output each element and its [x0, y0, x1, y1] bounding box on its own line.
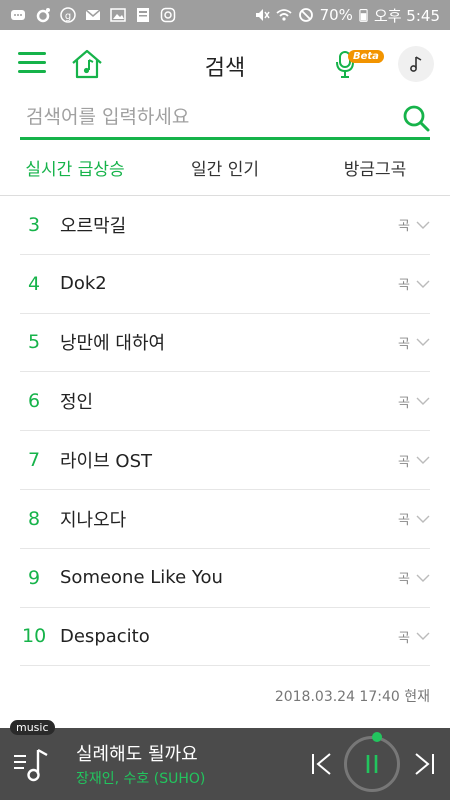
- g-app-icon: g: [60, 7, 76, 23]
- list-item[interactable]: 3 오르막길 곡: [20, 196, 430, 255]
- mini-player[interactable]: music 실례해도 될까요 장재인, 수호 (SUHO): [0, 720, 450, 800]
- type-label: 곡: [398, 630, 410, 646]
- rank-number: 3: [28, 213, 41, 236]
- rank-number: 7: [28, 449, 41, 472]
- search-term: 라이브 OST: [60, 451, 152, 473]
- type-label: 곡: [398, 395, 410, 411]
- chevron-down-icon[interactable]: [416, 396, 430, 406]
- news-icon: [137, 8, 149, 22]
- rank-number: 6: [28, 390, 41, 413]
- voice-search-button[interactable]: Beta: [336, 50, 384, 80]
- now-playing-button[interactable]: [398, 46, 434, 82]
- rank-number: 4: [28, 272, 41, 295]
- progress-indicator: [372, 732, 382, 742]
- chevron-down-icon[interactable]: [416, 514, 430, 524]
- rank-number: 5: [28, 331, 41, 354]
- rank-number: 9: [28, 566, 41, 589]
- list-item[interactable]: 5 낭만에 대하여 곡: [20, 314, 430, 373]
- search-input[interactable]: [20, 98, 380, 136]
- search-term: Someone Like You: [60, 567, 223, 589]
- type-label: 곡: [398, 336, 410, 352]
- music-note-icon: [410, 56, 422, 72]
- next-track-icon[interactable]: [412, 750, 436, 778]
- song-title: 실례해도 될까요: [76, 744, 198, 765]
- search-icon[interactable]: [402, 104, 430, 132]
- list-item[interactable]: 4 Dok2 곡: [20, 255, 430, 314]
- list-item[interactable]: 9 Someone Like You 곡: [20, 549, 430, 608]
- previous-track-icon[interactable]: [310, 750, 334, 778]
- beta-badge: Beta: [348, 50, 384, 63]
- chevron-down-icon[interactable]: [416, 455, 430, 465]
- instagram-icon: [160, 7, 176, 23]
- type-label: 곡: [398, 219, 410, 235]
- search-term: Dok2: [60, 273, 107, 295]
- search-term: 낭만에 대하여: [60, 333, 166, 355]
- ranking-tabs: 실시간 급상승 일간 인기 방금그곡: [0, 140, 450, 196]
- rank-number: 8: [28, 507, 41, 530]
- clock: 오후 5:45: [373, 6, 440, 25]
- rank-number: 10: [22, 625, 47, 648]
- chevron-down-icon[interactable]: [416, 631, 430, 641]
- type-label: 곡: [398, 513, 410, 529]
- list-item[interactable]: 8 지나오다 곡: [20, 490, 430, 549]
- list-item[interactable]: 10 Despacito 곡: [20, 608, 430, 667]
- circle-app-icon: [36, 8, 50, 23]
- ranking-list: 3 오르막길 곡 4 Dok2 곡 5 낭만에 대하여 곡 6 정인 곡 7 라…: [20, 196, 430, 667]
- search-bar: [20, 98, 430, 140]
- tab-daily-popular[interactable]: 일간 인기: [150, 140, 300, 195]
- chevron-down-icon[interactable]: [416, 573, 430, 583]
- status-bar: g 70% 오후 5:45: [0, 0, 450, 30]
- list-item[interactable]: 7 라이브 OST 곡: [20, 431, 430, 490]
- tab-realtime-rising[interactable]: 실시간 급상승: [0, 140, 150, 195]
- battery-level: 70%: [319, 6, 353, 24]
- image-icon: [110, 8, 126, 22]
- battery-icon: [359, 9, 368, 22]
- svg-text:g: g: [65, 11, 71, 22]
- search-term: Despacito: [60, 625, 150, 647]
- mute-icon: [255, 9, 270, 21]
- search-term: 지나오다: [60, 509, 127, 531]
- playlist-icon[interactable]: [14, 744, 54, 784]
- app-header: 검색 Beta: [0, 30, 450, 98]
- tab-just-that-song[interactable]: 방금그곡: [300, 140, 450, 195]
- mail-icon: [85, 9, 101, 20]
- type-label: 곡: [398, 572, 410, 588]
- chevron-down-icon[interactable]: [416, 279, 430, 289]
- type-label: 곡: [398, 278, 410, 294]
- song-artist: 장재인, 수호 (SUHO): [76, 771, 206, 787]
- list-item[interactable]: 6 정인 곡: [20, 372, 430, 432]
- wifi-icon: [276, 9, 292, 21]
- type-label: 곡: [398, 454, 410, 470]
- chevron-down-icon[interactable]: [416, 220, 430, 230]
- music-tag: music: [10, 720, 55, 735]
- pause-button[interactable]: [344, 736, 400, 792]
- no-signal-icon: [298, 8, 313, 22]
- search-term: 오르막길: [60, 215, 127, 237]
- chevron-down-icon[interactable]: [416, 337, 430, 347]
- update-timestamp: 2018.03.24 17:40 현재: [274, 689, 430, 705]
- search-term: 정인: [60, 392, 94, 414]
- message-icon: [11, 10, 25, 20]
- pause-icon: [366, 755, 378, 773]
